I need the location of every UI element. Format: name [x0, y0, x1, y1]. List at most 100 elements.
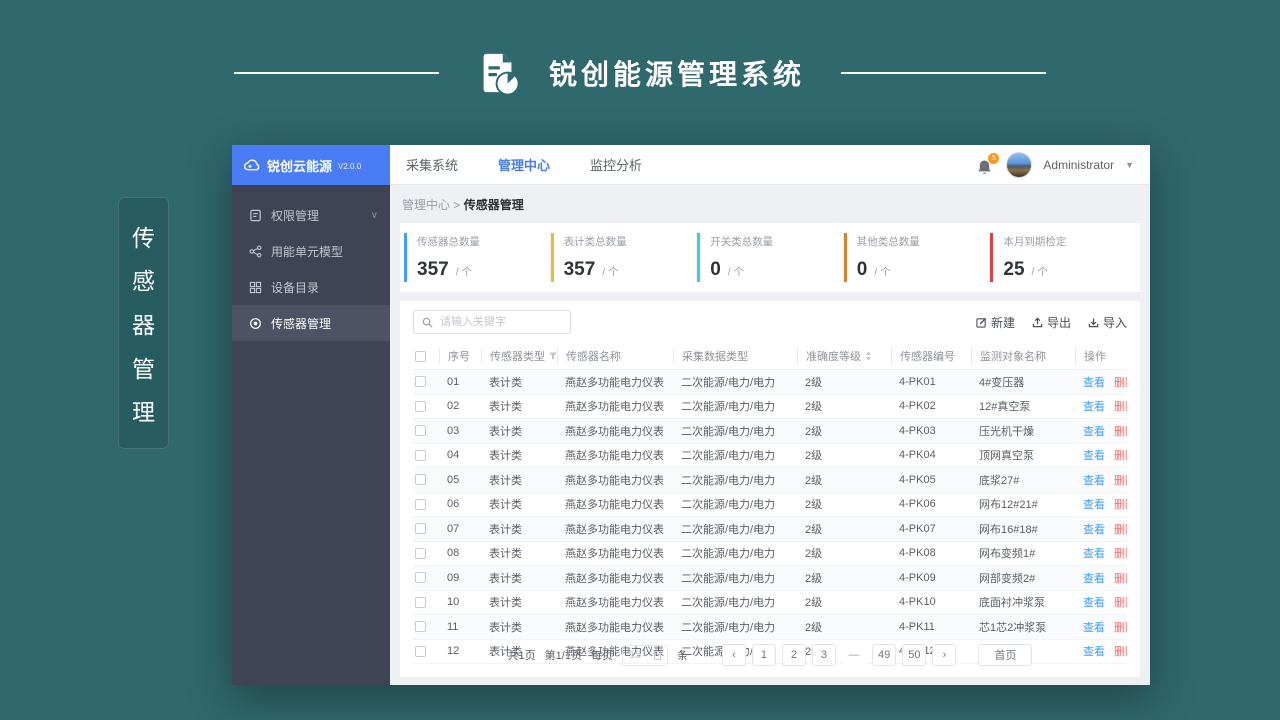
cell-type: 表计类	[489, 499, 522, 512]
breadcrumb-parent[interactable]: 管理中心	[402, 198, 450, 212]
avatar[interactable]	[1006, 151, 1033, 178]
column-header-type[interactable]: 传感器类型	[481, 348, 557, 364]
row-checkbox[interactable]	[415, 425, 426, 437]
cell-accuracy: 2级	[805, 621, 823, 634]
table-row: 05 表计类 燕赵多功能电力仪表 二次能源/电力/电力 2级 4-PK05 底浆…	[413, 468, 1127, 493]
row-checkbox[interactable]	[415, 400, 426, 412]
row-checkbox[interactable]	[415, 474, 426, 486]
cell-ops: 查看 删除	[1075, 398, 1127, 414]
cell-name: 燕赵多功能电力仪表	[565, 597, 664, 610]
new-button[interactable]: 新建	[976, 314, 1015, 331]
view-link[interactable]: 查看	[1083, 570, 1105, 586]
table-row: 06 表计类 燕赵多功能电力仪表 二次能源/电力/电力 2级 4-PK06 网布…	[413, 493, 1127, 517]
table-row: 10 表计类 燕赵多功能电力仪表 二次能源/电力/电力 2级 4-PK10 底面…	[413, 591, 1127, 615]
tab-management-center[interactable]: 管理中心	[498, 155, 550, 174]
delete-link[interactable]: 删除	[1114, 423, 1127, 439]
first-page-button[interactable]: 首页	[978, 644, 1033, 666]
grid-icon	[249, 281, 262, 294]
delete-link[interactable]: 删除	[1114, 545, 1127, 561]
page-number-button[interactable]: 2	[781, 644, 806, 666]
view-link[interactable]: 查看	[1083, 496, 1105, 512]
view-link[interactable]: 查看	[1083, 545, 1105, 561]
delete-link[interactable]: 删除	[1114, 594, 1127, 610]
banner-left-line	[233, 72, 439, 74]
page-number-button[interactable]: —	[841, 644, 866, 666]
sort-arrows-icon[interactable]	[865, 351, 872, 361]
row-checkbox[interactable]	[415, 449, 426, 461]
view-link[interactable]: 查看	[1083, 594, 1105, 610]
sidebar-item-sensor-management[interactable]: 传感器管理	[232, 305, 390, 341]
view-link[interactable]: 查看	[1083, 619, 1105, 635]
sidebar-version: V2.0.0	[338, 161, 362, 171]
view-link[interactable]: 查看	[1083, 423, 1105, 439]
search-input[interactable]	[440, 316, 562, 328]
cell-type: 表计类	[489, 597, 522, 610]
page-number-button[interactable]: 1	[751, 644, 776, 666]
row-checkbox[interactable]	[415, 547, 426, 559]
stat-unit: / 个	[455, 266, 473, 278]
sidebar-item-energy-unit-model[interactable]: 用能单元模型	[232, 233, 390, 269]
delete-link[interactable]: 删除	[1114, 472, 1127, 488]
search-icon	[422, 317, 433, 328]
sidebar-item-permissions[interactable]: 权限管理 ∨	[232, 197, 390, 233]
cell-name: 燕赵多功能电力仪表	[565, 474, 664, 487]
cell-code: 4-PK01	[899, 375, 936, 388]
row-checkbox[interactable]	[415, 596, 426, 608]
export-button[interactable]: 导出	[1032, 314, 1071, 331]
delete-link[interactable]: 删除	[1114, 447, 1127, 463]
tag-char: 感	[132, 268, 155, 295]
filter-funnel-icon[interactable]	[549, 352, 557, 360]
cell-name: 燕赵多功能电力仪表	[565, 425, 664, 438]
page-number-button[interactable]: 50	[902, 644, 927, 666]
prev-page-button[interactable]: ‹	[721, 644, 746, 666]
page-number-button[interactable]: 49	[871, 644, 897, 666]
row-checkbox[interactable]	[415, 523, 426, 535]
row-checkbox-cell	[413, 425, 439, 437]
stat-value: 357	[417, 259, 449, 280]
delete-link[interactable]: 删除	[1114, 398, 1127, 414]
tab-collection-system[interactable]: 采集系统	[406, 155, 458, 174]
page-number-list: 1 2 3—49 50	[751, 644, 927, 666]
user-dropdown-caret-icon[interactable]: ▼	[1125, 160, 1134, 170]
delete-link[interactable]: 删除	[1114, 521, 1127, 537]
stat-card-meter-total: 表计类总数量 357 / 个	[550, 233, 698, 282]
row-checkbox[interactable]	[415, 498, 426, 510]
table-header-row: 序号 传感器类型 传感器名称 采集数据类型 准确度等级 传感器编号 监测对象名称…	[413, 343, 1127, 370]
view-link[interactable]: 查看	[1083, 472, 1105, 488]
cell-no: 07	[447, 522, 460, 535]
delete-link[interactable]: 删除	[1114, 374, 1127, 390]
view-link[interactable]: 查看	[1083, 398, 1105, 414]
delete-link[interactable]: 删除	[1114, 570, 1127, 586]
tag-char: 理	[132, 399, 155, 426]
sidebar-item-device-catalog[interactable]: 设备目录	[232, 269, 390, 305]
per-page-select[interactable]: 15	[621, 644, 668, 666]
stat-unit: / 个	[874, 266, 891, 278]
search-box	[413, 310, 571, 334]
per-page-label: 每页	[590, 650, 613, 662]
tab-monitoring-analysis[interactable]: 监控分析	[590, 155, 642, 174]
notification-bell-icon[interactable]: 5	[977, 152, 1000, 175]
row-checkbox[interactable]	[415, 572, 426, 584]
top-navigation-bar: 采集系统 管理中心 监控分析 5 Administrator ▼	[390, 145, 1150, 185]
page-number-button[interactable]: 3	[811, 644, 836, 666]
import-button[interactable]: 导入	[1088, 314, 1127, 331]
topbar-right: 5 Administrator ▼	[977, 151, 1134, 178]
delete-link[interactable]: 删除	[1114, 619, 1127, 635]
row-checkbox[interactable]	[415, 621, 426, 633]
cell-ops: 查看 删除	[1075, 374, 1127, 390]
cell-accuracy: 2级	[805, 474, 823, 487]
sidebar-item-label: 权限管理	[271, 208, 320, 223]
view-link[interactable]: 查看	[1083, 447, 1105, 463]
table-row: 04 表计类 燕赵多功能电力仪表 二次能源/电力/电力 2级 4-PK04 顶网…	[413, 444, 1127, 468]
content-area: 采集系统 管理中心 监控分析 5 Administrator ▼ 管理中心 > …	[390, 145, 1150, 685]
row-checkbox[interactable]	[415, 376, 426, 388]
view-link[interactable]: 查看	[1083, 521, 1105, 537]
delete-link[interactable]: 删除	[1114, 496, 1127, 512]
next-page-button[interactable]: ›	[932, 644, 957, 666]
stat-unit: / 个	[1031, 266, 1048, 278]
select-all-checkbox[interactable]	[415, 350, 426, 362]
stat-value: 25	[1003, 259, 1025, 280]
view-link[interactable]: 查看	[1083, 374, 1105, 390]
page-body: 管理中心 > 传感器管理 传感器总数量 357 / 个 表计类总数量 357 / 个…	[390, 185, 1150, 685]
column-header-accuracy[interactable]: 准确度等级	[797, 348, 891, 364]
